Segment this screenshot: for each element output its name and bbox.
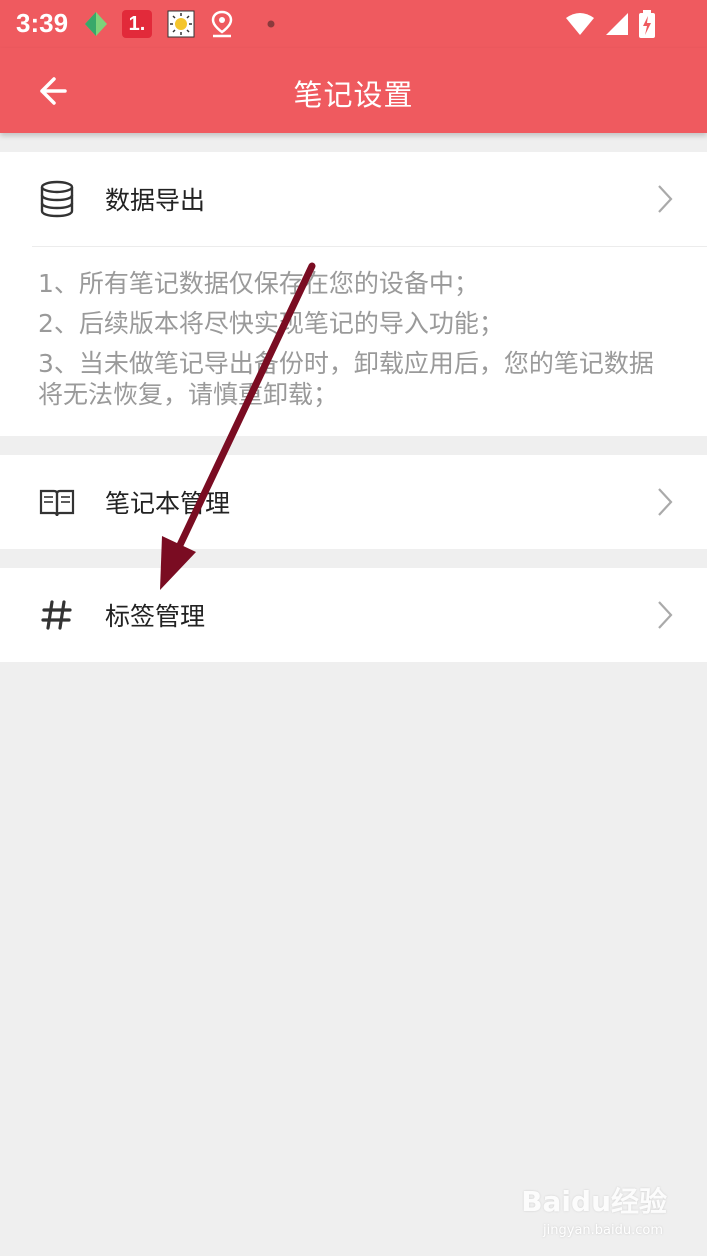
chevron-right-icon [658,601,673,629]
sun-icon [167,10,195,38]
tag-manage-label: 标签管理 [105,602,206,631]
status-time: 3:39 [16,8,69,38]
dot-icon [267,20,275,28]
app-bar: 笔记设置 [0,48,707,133]
location-pin-icon [211,10,233,38]
baidu-watermark: Baidu经验 [521,1185,667,1218]
notebook-manage-label: 笔记本管理 [105,489,231,518]
note-line: 3、当未做笔记导出备份时，卸载应用后，您的笔记数据将无法恢复，请慎重卸载； [38,349,654,409]
wifi-icon [566,13,594,35]
book-icon [39,489,75,517]
leaf-app-icon [85,12,107,36]
export-data-row[interactable]: 数据导出 [0,152,707,246]
baidu-watermark-url: jingyan.baidu.com [543,1223,663,1238]
status-notification-icons: 1. [84,8,276,40]
export-data-label: 数据导出 [105,186,206,215]
chevron-right-icon [658,488,673,516]
tag-manage-card: 标签管理 [0,568,707,662]
export-notes: 1、所有笔记数据仅保存在您的设备中； 2、后续版本将尽快实现笔记的导入功能； 3… [38,264,678,410]
note-line: 1、所有笔记数据仅保存在您的设备中； [38,269,479,298]
notebook-manage-card: 笔记本管理 [0,455,707,549]
signal-icon [606,13,628,35]
status-system-icons [565,10,655,38]
hashtag-icon [41,600,72,630]
note-line: 2、后续版本将尽快实现笔记的导入功能； [38,309,504,338]
database-icon [40,180,74,218]
notebook-manage-row[interactable]: 笔记本管理 [0,455,707,549]
notification-badge-icon: 1. [122,10,152,38]
battery-charging-icon [639,10,655,38]
status-bar: 3:39 1. [0,0,707,48]
page-title: 笔记设置 [293,78,414,112]
chevron-right-icon [658,185,673,213]
tag-manage-row[interactable]: 标签管理 [0,568,707,662]
divider [32,246,707,247]
